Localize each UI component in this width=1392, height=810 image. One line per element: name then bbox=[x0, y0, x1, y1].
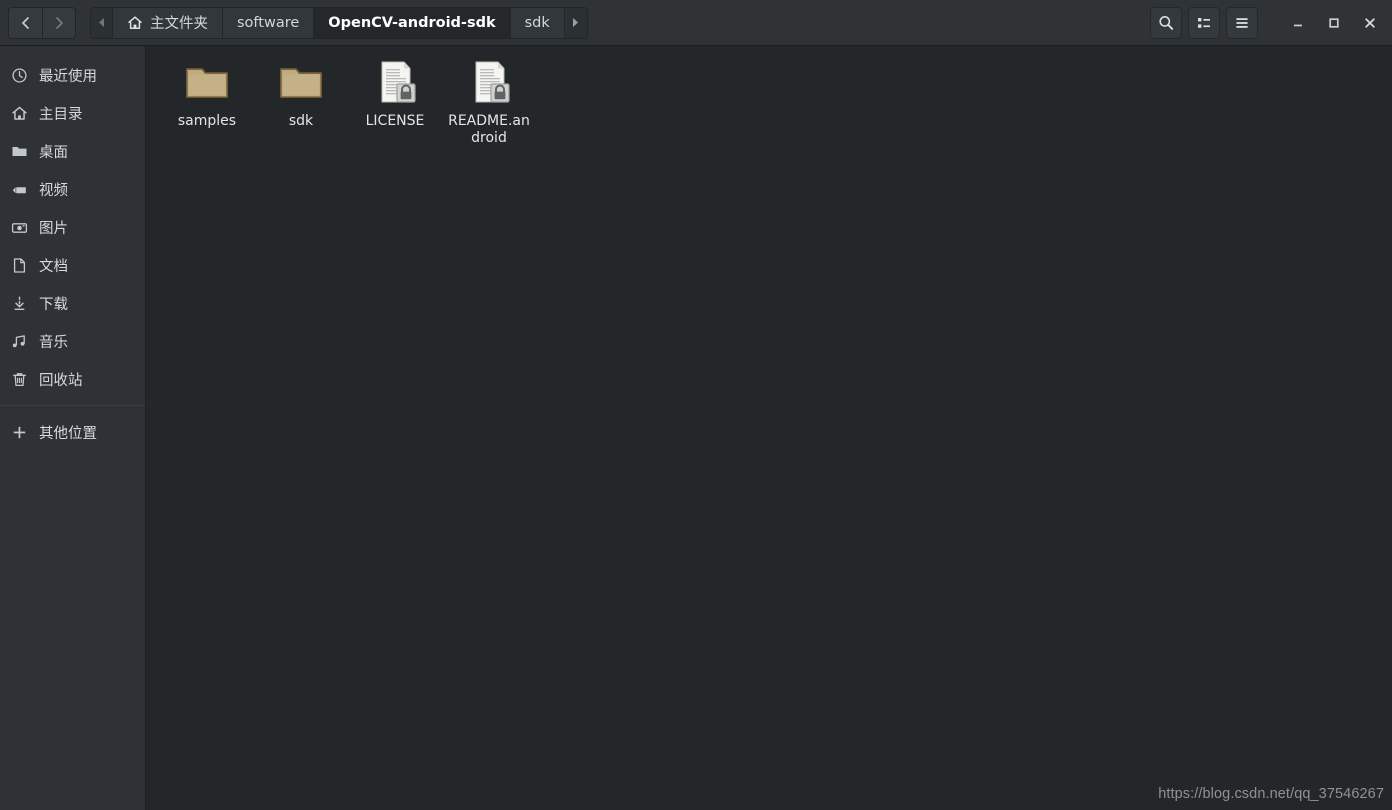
breadcrumb-item-home[interactable]: 主文件夹 bbox=[113, 7, 223, 38]
sidebar-item-music[interactable]: 音乐 bbox=[0, 322, 145, 360]
locked-document-icon bbox=[465, 58, 513, 106]
video-icon bbox=[11, 181, 28, 198]
breadcrumb-item-current[interactable]: OpenCV-android-sdk bbox=[314, 7, 511, 38]
header-toolbar bbox=[1150, 6, 1386, 39]
file-manager-window: 主文件夹 software OpenCV-android-sdk sdk 最近使… bbox=[0, 0, 1392, 810]
sidebar-item-label: 桌面 bbox=[39, 144, 68, 161]
sidebar-item-label: 下载 bbox=[39, 296, 68, 313]
minimize-button[interactable] bbox=[1282, 7, 1314, 39]
breadcrumb-item-software[interactable]: software bbox=[223, 7, 315, 38]
triangle-right-icon bbox=[573, 18, 579, 27]
file-name-label: samples bbox=[177, 113, 237, 129]
forward-button[interactable] bbox=[42, 6, 76, 39]
window-body: 最近使用 主目录 桌面 视频 图片 文档 下载 音乐 回收站 其他位置 samp… bbox=[0, 46, 1392, 810]
file-item[interactable]: README.android bbox=[442, 54, 536, 153]
main-menu-button[interactable] bbox=[1226, 6, 1258, 39]
camera-icon bbox=[11, 219, 28, 236]
sidebar-item-pictures[interactable]: 图片 bbox=[0, 208, 145, 246]
search-button[interactable] bbox=[1150, 6, 1182, 39]
sidebar-item-label: 最近使用 bbox=[39, 68, 97, 85]
maximize-icon bbox=[1329, 17, 1339, 28]
download-icon bbox=[11, 295, 28, 312]
sidebar-item-desktop[interactable]: 桌面 bbox=[0, 132, 145, 170]
window-controls bbox=[1282, 7, 1386, 39]
sidebar-item-label: 图片 bbox=[39, 220, 68, 237]
list-view-icon bbox=[1198, 17, 1210, 28]
sidebar-item-label: 音乐 bbox=[39, 334, 68, 351]
file-list-view[interactable]: samples sdk LICENSE README.android https… bbox=[146, 46, 1392, 810]
triangle-left-icon bbox=[99, 18, 104, 27]
sidebar-item-downloads[interactable]: 下载 bbox=[0, 284, 145, 322]
clock-icon bbox=[11, 67, 28, 84]
home-icon bbox=[11, 105, 28, 122]
sidebar-item-label: 其他位置 bbox=[39, 425, 97, 442]
breadcrumb-item-label: OpenCV-android-sdk bbox=[328, 14, 496, 31]
sidebar-item-other-locations[interactable]: 其他位置 bbox=[0, 413, 145, 451]
file-item[interactable]: samples bbox=[160, 54, 254, 153]
maximize-button[interactable] bbox=[1318, 7, 1350, 39]
sidebar-separator bbox=[0, 405, 145, 406]
header-bar: 主文件夹 software OpenCV-android-sdk sdk bbox=[0, 0, 1392, 46]
navigation-buttons bbox=[8, 6, 76, 39]
sidebar-item-label: 回收站 bbox=[39, 372, 83, 389]
hamburger-menu-icon bbox=[1236, 17, 1248, 28]
home-icon bbox=[128, 15, 142, 29]
sidebar: 最近使用 主目录 桌面 视频 图片 文档 下载 音乐 回收站 其他位置 bbox=[0, 46, 146, 810]
locked-document-icon bbox=[371, 58, 419, 106]
watermark-text: https://blog.csdn.net/qq_37546267 bbox=[1158, 786, 1384, 802]
file-name-label: LICENSE bbox=[365, 113, 425, 129]
breadcrumb-scroll-right[interactable] bbox=[564, 7, 587, 38]
breadcrumb-item-sdk[interactable]: sdk bbox=[510, 7, 565, 38]
sidebar-item-documents[interactable]: 文档 bbox=[0, 246, 145, 284]
file-name-label: README.android bbox=[448, 113, 530, 146]
file-item[interactable]: LICENSE bbox=[348, 54, 442, 153]
sidebar-item-label: 文档 bbox=[39, 258, 68, 275]
breadcrumb: 主文件夹 software OpenCV-android-sdk sdk bbox=[90, 6, 588, 39]
music-note-icon bbox=[11, 333, 28, 350]
search-icon bbox=[1159, 15, 1174, 30]
folder-icon bbox=[11, 143, 28, 160]
breadcrumb-scroll-left[interactable] bbox=[91, 7, 113, 38]
file-grid: samples sdk LICENSE README.android bbox=[160, 54, 1392, 153]
view-options-button[interactable] bbox=[1188, 6, 1220, 39]
plus-icon bbox=[11, 424, 28, 441]
sidebar-item-recent[interactable]: 最近使用 bbox=[0, 56, 145, 94]
file-item[interactable]: sdk bbox=[254, 54, 348, 153]
breadcrumb-item-label: sdk bbox=[524, 14, 550, 31]
document-icon bbox=[11, 257, 28, 274]
sidebar-item-trash[interactable]: 回收站 bbox=[0, 360, 145, 398]
close-icon bbox=[1365, 17, 1375, 28]
folder-icon bbox=[277, 58, 325, 106]
breadcrumb-item-label: 主文件夹 bbox=[150, 16, 208, 32]
file-name-label: sdk bbox=[288, 113, 314, 129]
close-button[interactable] bbox=[1354, 7, 1386, 39]
sidebar-item-label: 主目录 bbox=[39, 106, 83, 123]
folder-icon bbox=[183, 58, 231, 106]
sidebar-item-home[interactable]: 主目录 bbox=[0, 94, 145, 132]
minimize-icon bbox=[1294, 24, 1302, 26]
trash-icon bbox=[11, 371, 28, 388]
sidebar-item-label: 视频 bbox=[39, 182, 68, 199]
sidebar-item-videos[interactable]: 视频 bbox=[0, 170, 145, 208]
chevron-right-icon bbox=[56, 16, 63, 29]
back-button[interactable] bbox=[8, 6, 42, 39]
chevron-left-icon bbox=[21, 16, 29, 29]
breadcrumb-item-label: software bbox=[237, 14, 300, 31]
